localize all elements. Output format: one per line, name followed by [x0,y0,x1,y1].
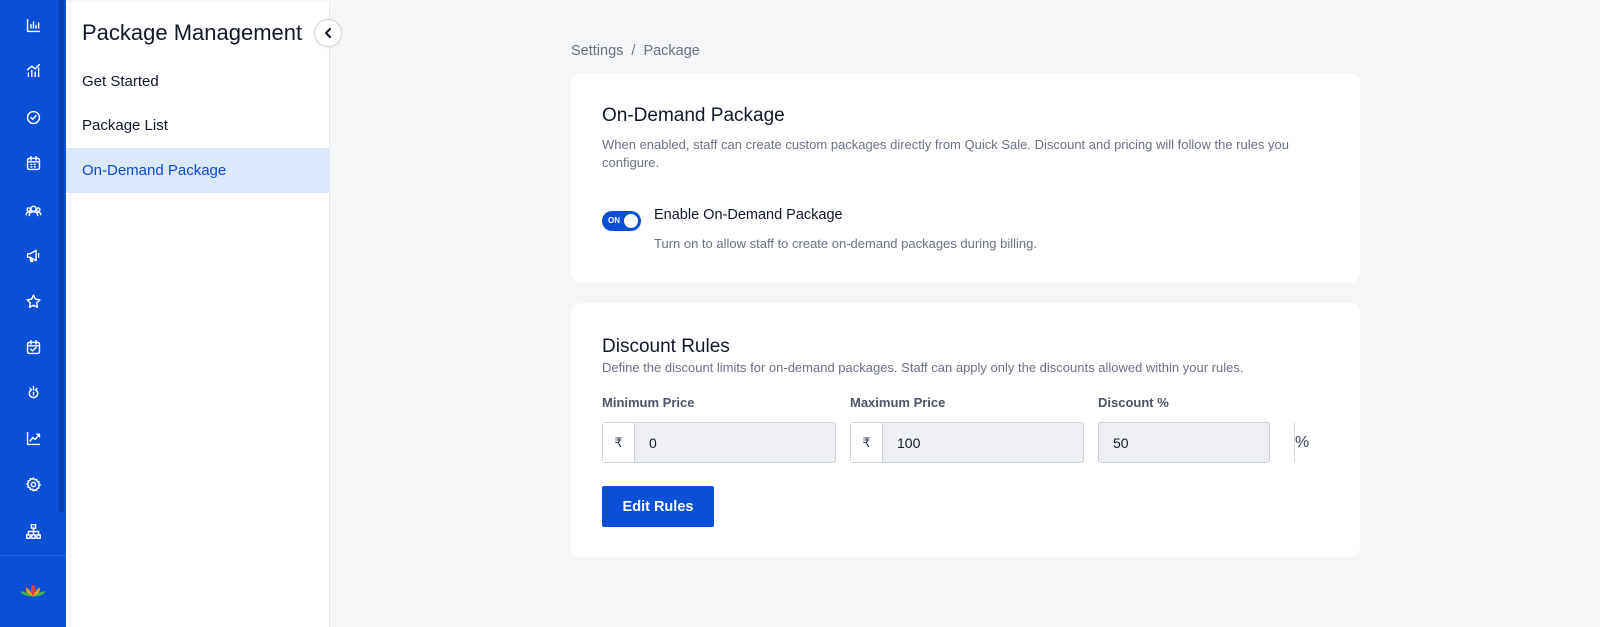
breadcrumb-settings[interactable]: Settings [571,43,623,59]
submenu-panel: Package Management Get Started Package L… [66,2,342,627]
discount-rules-card: Discount Rules Define the discount limit… [571,303,1360,557]
submenu-item-get-started[interactable]: Get Started [66,59,329,104]
enable-on-demand-toggle[interactable]: ON [602,211,641,231]
discount-rules-description: Define the discount limits for on-demand… [602,360,1244,375]
discount-percent-label: Discount % [1098,395,1169,410]
megaphone-icon[interactable] [21,243,45,267]
collapse-submenu-button[interactable] [314,19,342,47]
star-icon[interactable] [21,289,45,313]
rupee-prefix: ₹ [851,423,883,462]
calendar-check-icon[interactable] [21,335,45,359]
submenu-item-package-list[interactable]: Package List [66,103,329,148]
settings-gear-icon[interactable] [21,472,45,496]
on-demand-description: When enabled, staff can create custom pa… [602,137,1289,170]
toggle-help-text: Turn on to allow staff to create on-dema… [654,236,1038,251]
loyalty-icon[interactable] [21,380,45,404]
edit-rules-button[interactable]: Edit Rules [602,486,714,527]
rupee-prefix: ₹ [603,423,635,462]
submenu-title: Package Management [82,20,303,45]
discount-percent-field: % [1098,422,1310,463]
analytics-icon[interactable] [21,58,45,82]
breadcrumb-separator: / [631,43,636,59]
calendar-icon[interactable] [21,151,45,175]
maximum-price-input[interactable] [883,423,1083,462]
toggle-knob [624,214,638,228]
percent-suffix: % [1294,423,1310,462]
on-demand-title: On-Demand Package [602,105,785,126]
rail-scrollbar[interactable] [59,0,64,512]
dashboard-chart-icon[interactable] [21,13,45,37]
breadcrumb-package: Package [643,43,700,59]
check-circle-icon[interactable] [21,105,45,129]
lotus-logo-icon[interactable] [0,555,66,627]
minimum-price-field: ₹ [602,422,836,463]
growth-chart-icon[interactable] [21,426,45,450]
clients-group-icon[interactable] [21,198,45,222]
on-demand-package-card: On-Demand Package When enabled, staff ca… [571,73,1360,283]
org-hierarchy-icon[interactable] [21,519,45,543]
icon-rail [0,0,66,627]
discount-percent-input[interactable] [1099,423,1294,462]
toggle-state-text: ON [608,216,620,225]
submenu-item-on-demand-package[interactable]: On-Demand Package [66,148,329,193]
breadcrumb: Settings / Package [571,43,700,59]
chevron-left-icon [324,27,332,39]
maximum-price-label: Maximum Price [850,395,946,410]
discount-rules-title: Discount Rules [602,336,730,357]
maximum-price-field: ₹ [850,422,1084,463]
minimum-price-label: Minimum Price [602,395,695,410]
minimum-price-input[interactable] [635,423,835,462]
toggle-label: Enable On-Demand Package [654,207,843,223]
